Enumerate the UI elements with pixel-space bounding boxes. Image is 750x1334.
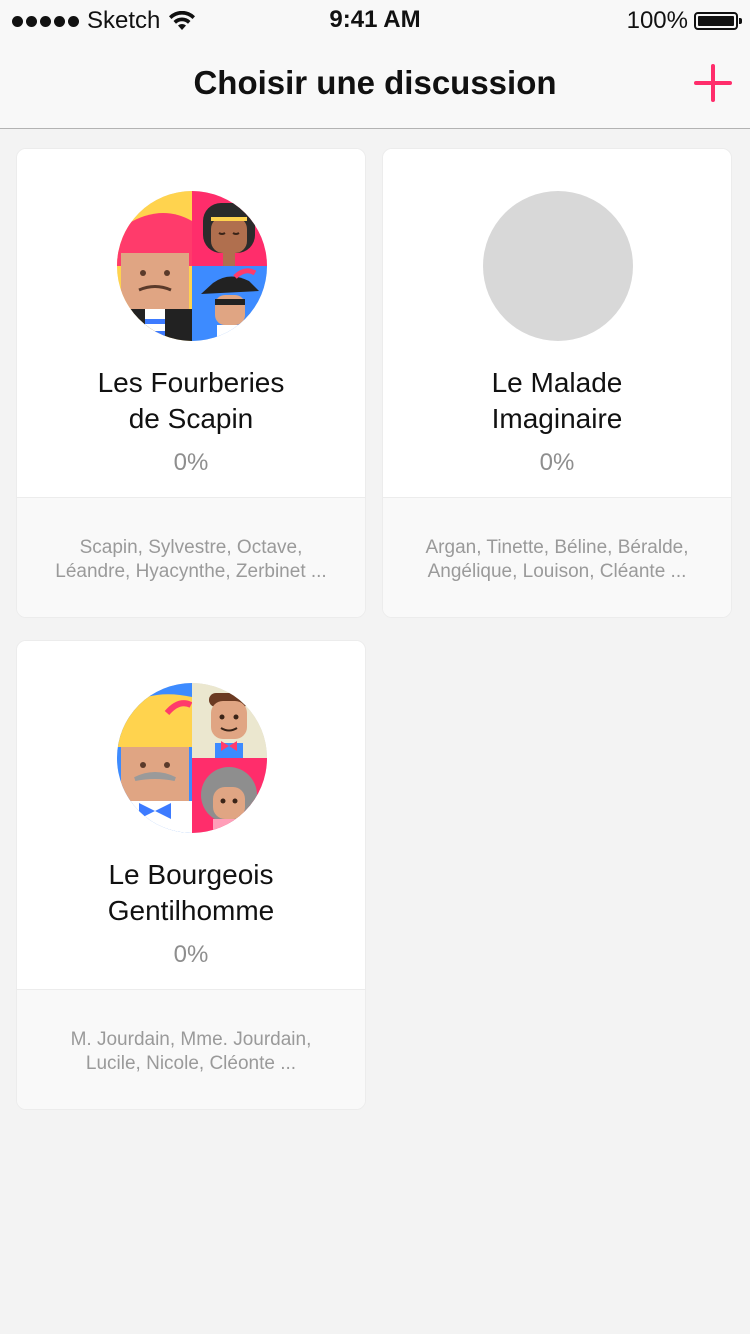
card-header: Le Bourgeois Gentilhomme 0% <box>17 641 365 990</box>
character-list: Scapin, Sylvestre, Octave, Léandre, Hyac… <box>31 536 351 584</box>
character-list-line: M. Jourdain, Mme. Jourdain, <box>70 1029 312 1050</box>
group-avatar-icon <box>117 191 267 341</box>
discussion-title: Le Bourgeois Gentilhomme <box>27 857 355 929</box>
character-list: Argan, Tinette, Béline, Béralde, Angéliq… <box>397 536 717 584</box>
discussion-title-line: de Scapin <box>128 403 254 434</box>
discussion-progress: 0% <box>539 449 575 476</box>
discussion-title: Le Malade Imaginaire <box>393 365 721 437</box>
discussion-card[interactable]: Le Bourgeois Gentilhomme 0% M. Jourdain,… <box>16 640 366 1110</box>
card-footer: Scapin, Sylvestre, Octave, Léandre, Hyac… <box>17 498 365 617</box>
group-avatar-icon <box>117 683 267 833</box>
discussion-card[interactable]: Les Fourberies de Scapin 0% Scapin, Sylv… <box>16 148 366 618</box>
card-footer: M. Jourdain, Mme. Jourdain, Lucile, Nico… <box>17 990 365 1109</box>
battery-icon <box>694 12 742 30</box>
discussion-progress: 0% <box>173 941 209 968</box>
card-header: Les Fourberies de Scapin 0% <box>17 149 365 498</box>
character-list-line: Léandre, Hyacynthe, Zerbinet ... <box>55 561 327 582</box>
discussion-title-line: Le Bourgeois <box>108 859 274 890</box>
status-right: 100% <box>626 7 742 35</box>
discussion-title: Les Fourberies de Scapin <box>27 365 355 437</box>
battery-percentage: 100% <box>626 7 688 34</box>
add-discussion-button[interactable] <box>694 64 732 102</box>
character-list-line: Scapin, Sylvestre, Octave, <box>79 537 303 558</box>
discussion-title-line: Le Malade <box>491 367 623 398</box>
navigation-bar: Choisir une discussion <box>0 40 750 129</box>
discussion-progress: 0% <box>173 449 209 476</box>
discussion-card[interactable]: Le Malade Imaginaire 0% Argan, Tinette, … <box>382 148 732 618</box>
discussion-title-line: Imaginaire <box>491 403 623 434</box>
placeholder-avatar-icon <box>483 191 633 341</box>
card-header: Le Malade Imaginaire 0% <box>383 149 731 498</box>
page-title: Choisir une discussion <box>193 64 557 101</box>
character-list-line: Argan, Tinette, Béline, Béralde, <box>425 537 689 558</box>
character-list-line: Lucile, Nicole, Cléonte ... <box>85 1053 297 1074</box>
character-list: M. Jourdain, Mme. Jourdain, Lucile, Nico… <box>31 1028 351 1076</box>
character-list-line: Angélique, Louison, Cléante ... <box>427 561 687 582</box>
discussion-title-line: Gentilhomme <box>107 895 275 926</box>
card-footer: Argan, Tinette, Béline, Béralde, Angéliq… <box>383 498 731 617</box>
status-bar: Sketch 9:41 AM 100% <box>0 0 750 40</box>
discussion-title-line: Les Fourberies <box>97 367 285 398</box>
